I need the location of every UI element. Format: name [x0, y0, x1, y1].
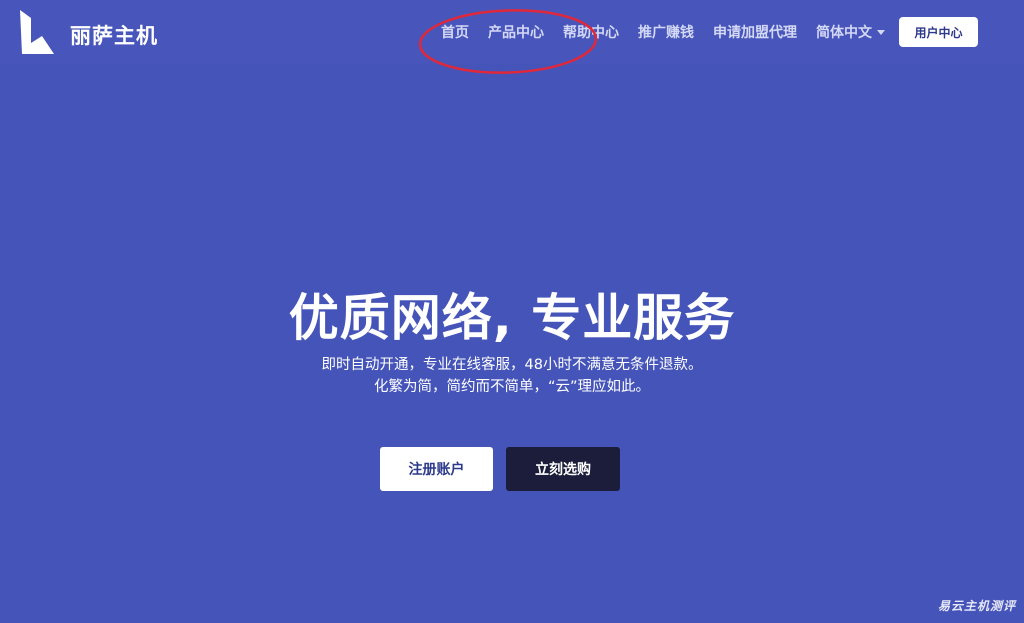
top-header: 丽萨主机 首页 产品中心 帮助中心 推广赚钱 申请加盟代理 简体中文 用户中心 — [0, 0, 1024, 64]
buy-now-button[interactable]: 立刻选购 — [506, 447, 620, 491]
hero-subtitle-line-2: 化繁为简，简约而不简单，“云”理应如此。 — [373, 379, 651, 395]
language-label: 简体中文 — [816, 25, 872, 41]
brand-logo[interactable]: 丽萨主机 — [20, 10, 158, 54]
main-nav: 首页 产品中心 帮助中心 推广赚钱 申请加盟代理 简体中文 — [441, 20, 904, 44]
user-center-button[interactable]: 用户中心 — [899, 17, 978, 47]
watermark: 易云主机测评 — [937, 599, 1016, 613]
nav-item-products[interactable]: 产品中心 — [488, 22, 544, 42]
nav-item-home[interactable]: 首页 — [441, 22, 469, 42]
nav-item-help[interactable]: 帮助中心 — [563, 22, 619, 42]
brand-l-logo-icon — [20, 10, 54, 54]
hero-title: 优质网络, 专业服务 — [288, 289, 736, 347]
hero-subtitle-line-1: 即时自动开通，专业在线客服，48小时不满意无条件退款。 — [321, 357, 703, 373]
brand-name: 丽萨主机 — [70, 24, 158, 48]
register-button[interactable]: 注册账户 — [380, 447, 493, 491]
chevron-down-icon — [877, 29, 885, 35]
nav-item-affiliate[interactable]: 推广赚钱 — [638, 22, 694, 42]
language-selector[interactable]: 简体中文 — [816, 22, 885, 42]
hero-subtitle: 即时自动开通，专业在线客服，48小时不满意无条件退款。 化繁为简，简约而不简单，… — [0, 354, 1024, 398]
nav-item-agent[interactable]: 申请加盟代理 — [713, 22, 797, 42]
